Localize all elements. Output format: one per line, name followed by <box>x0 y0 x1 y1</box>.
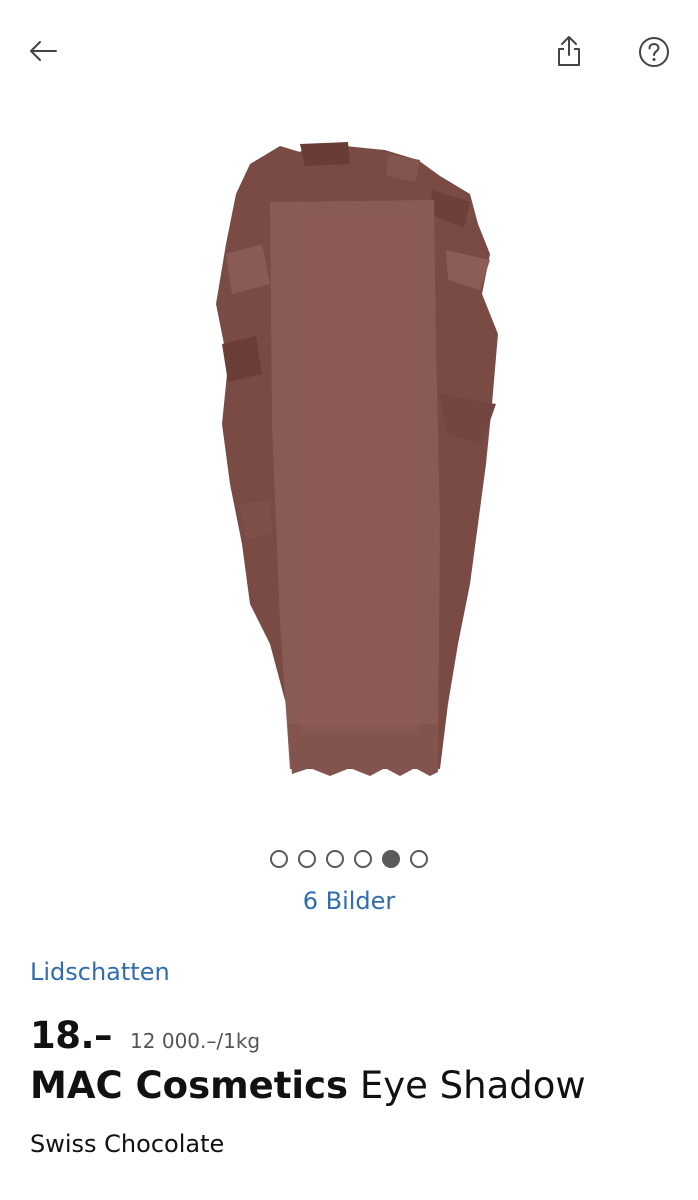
question-circle-icon <box>639 37 669 67</box>
image-count-link[interactable]: 6 Bilder <box>0 887 698 915</box>
gallery-dot[interactable] <box>410 850 428 868</box>
help-button[interactable] <box>636 34 672 70</box>
gallery-pagination <box>0 850 698 870</box>
arrow-left-icon <box>30 41 57 61</box>
gallery-dot[interactable] <box>270 850 288 868</box>
product-variant: Swiss Chocolate <box>30 1130 225 1158</box>
gallery-dot[interactable] <box>326 850 344 868</box>
gallery-dot[interactable] <box>354 850 372 868</box>
product-name: Eye Shadow <box>359 1064 586 1107</box>
eyeshadow-swatch-image <box>216 142 498 776</box>
share-icon <box>558 36 580 66</box>
product-image-gallery[interactable] <box>0 104 698 824</box>
category-link[interactable]: Lidschatten <box>30 958 170 986</box>
price: 18.– <box>30 1014 113 1057</box>
back-button[interactable] <box>24 34 62 68</box>
price-row: 18.– 12 000.–/1kg <box>30 1014 260 1057</box>
product-brand: MAC Cosmetics <box>30 1064 349 1107</box>
product-title: MAC Cosmetics Eye Shadow <box>30 1064 586 1107</box>
share-button[interactable] <box>552 32 586 70</box>
unit-price: 12 000.–/1kg <box>130 1029 261 1053</box>
top-bar <box>0 0 698 104</box>
gallery-dot[interactable] <box>298 850 316 868</box>
gallery-dot-active[interactable] <box>382 850 400 868</box>
